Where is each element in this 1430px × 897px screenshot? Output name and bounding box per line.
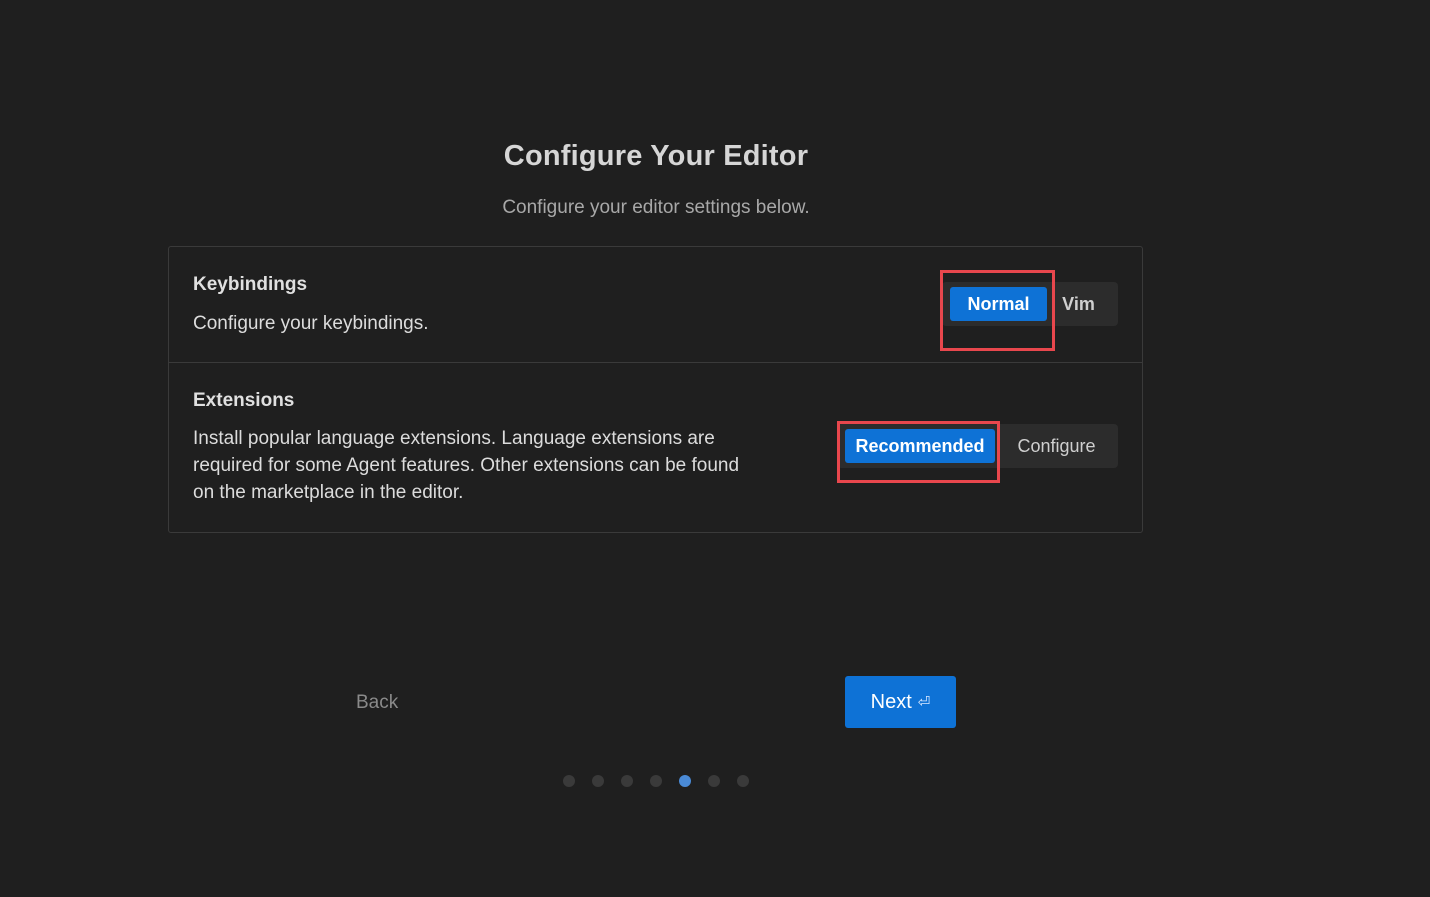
extensions-description: Install popular language extensions. Lan… [193,428,740,503]
page-subtitle: Configure your editor settings below. [502,197,810,218]
next-button[interactable]: Next ⏎ [845,676,956,728]
settings-card: Keybindings Configure your keybindings. … [168,246,1143,533]
extensions-row: Extensions Install popular language exte… [169,363,1142,532]
next-button-label: Next [870,690,912,713]
pagination-dot[interactable] [563,775,575,787]
keybindings-selector: Normal Vim [942,282,1118,326]
extensions-title: Extensions [193,390,295,411]
keybindings-description: Configure your keybindings. [193,313,429,334]
onboarding-page: Configure Your Editor Configure your edi… [0,0,1430,897]
pagination-dot[interactable] [592,775,604,787]
pagination-dot[interactable] [621,775,633,787]
keybindings-row: Keybindings Configure your keybindings. … [169,247,1142,363]
return-enter-icon: ⏎ [917,694,931,711]
pagination-dot-active[interactable] [679,775,691,787]
extensions-option-configure[interactable]: Configure [995,429,1118,463]
pagination-dot[interactable] [708,775,720,787]
pagination-dot[interactable] [650,775,662,787]
pagination-dot[interactable] [737,775,749,787]
page-title: Configure Your Editor [503,140,809,172]
keybindings-title: Keybindings [193,274,308,295]
pagination-dots [563,775,749,787]
extensions-option-recommended[interactable]: Recommended [845,429,995,463]
keybindings-option-vim[interactable]: Vim [1047,287,1110,321]
extensions-selector: Recommended Configure [837,424,1118,468]
back-button[interactable]: Back [356,692,398,714]
keybindings-option-normal[interactable]: Normal [950,287,1047,321]
